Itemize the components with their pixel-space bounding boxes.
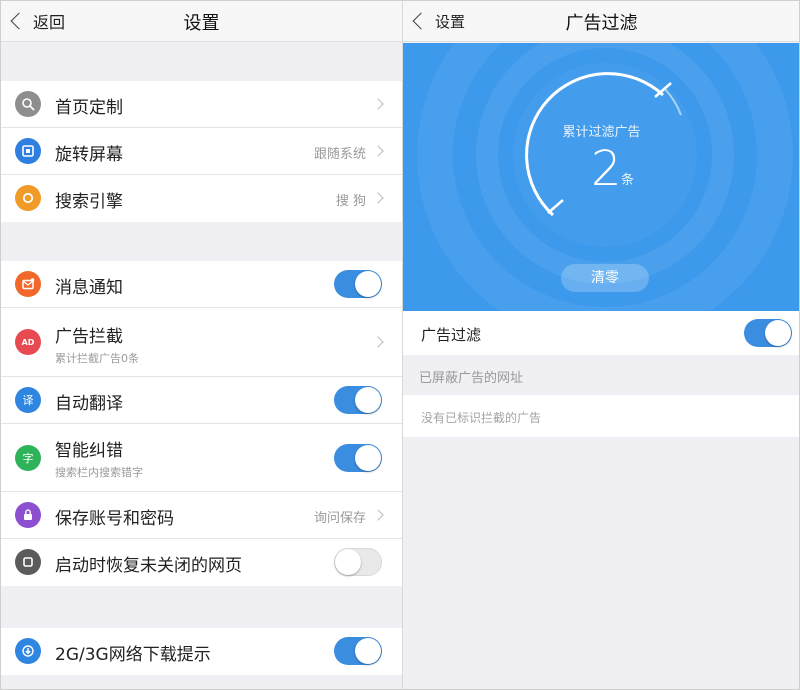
- settings-item-label: 消息通知: [55, 278, 123, 298]
- stat-label: 累计过滤广告: [562, 125, 641, 140]
- smart-correct-toggle[interactable]: [334, 444, 382, 472]
- chevron-left-icon: [10, 12, 28, 30]
- settings-item-value: 跟随系统: [313, 147, 366, 162]
- settings-item-download-hint[interactable]: 2G/3G网络下载提示: [1, 628, 402, 675]
- chevron-left-icon: [412, 12, 430, 30]
- settings-item-smart-correct[interactable]: 字 智能纠错 搜索栏内搜索错字: [1, 424, 402, 492]
- settings-item-label: 智能纠错: [55, 441, 123, 461]
- ad-filter-toggle-row[interactable]: 广告过滤: [403, 311, 799, 355]
- chevron-right-icon: [372, 98, 384, 110]
- settings-item-label: 旋转屏幕: [55, 145, 123, 165]
- toggle-knob: [355, 271, 381, 297]
- restore-pages-icon: [15, 549, 41, 575]
- settings-group-1: 首页定制 旋转屏幕 跟随系统 搜索引擎 搜 狗: [1, 81, 402, 222]
- settings-item-homepage-custom[interactable]: 首页定制: [1, 81, 402, 128]
- settings-group-3: 2G/3G网络下载提示: [1, 628, 402, 675]
- settings-item-auto-translate[interactable]: 译 自动翻译: [1, 377, 402, 424]
- stat-value: 2: [591, 141, 622, 197]
- back-label: 返回: [33, 13, 66, 32]
- download-hint-toggle[interactable]: [334, 637, 382, 665]
- settings-item-save-password[interactable]: 保存账号和密码 询问保存: [1, 492, 402, 539]
- back-button[interactable]: 返回: [9, 9, 65, 33]
- clear-button[interactable]: 清零: [561, 264, 649, 292]
- settings-item-subtitle: 搜索栏内搜索错字: [55, 466, 143, 479]
- translate-icon: 译: [15, 387, 41, 413]
- chevron-right-icon: [372, 192, 384, 204]
- chevron-right-icon: [372, 509, 384, 521]
- chevron-right-icon: [372, 336, 384, 348]
- settings-panel: 返回 设置 首页定制 旋转屏幕 跟随系统 搜索引擎 搜 狗 消息通知 AD 广告…: [1, 1, 402, 689]
- settings-item-label: 启动时恢复未关闭的网页: [55, 556, 242, 576]
- settings-item-value: 询问保存: [313, 511, 366, 526]
- ad-filter-panel: 设置 广告过滤 累计过滤广告 2 条 清零 广告过滤 已屏蔽广告的网址 没有已标…: [402, 1, 799, 689]
- settings-item-search-engine[interactable]: 搜索引擎 搜 狗: [1, 175, 402, 222]
- settings-group-2: 消息通知 AD 广告拦截 累计拦截广告0条 译 自动翻译 字 智能纠错 搜索栏内…: [1, 261, 402, 586]
- search-settings-icon: [15, 91, 41, 117]
- settings-item-label: 保存账号和密码: [55, 509, 174, 529]
- restore-pages-toggle[interactable]: [334, 548, 382, 576]
- message-notification-toggle[interactable]: [334, 270, 382, 298]
- toggle-knob: [335, 549, 361, 575]
- blocked-urls-list: 没有已标识拦截的广告: [403, 395, 799, 437]
- settings-item-label: 首页定制: [55, 98, 123, 118]
- ad-filter-label: 广告过滤: [421, 326, 482, 344]
- auto-translate-toggle[interactable]: [334, 386, 382, 414]
- toggle-knob: [355, 445, 381, 471]
- download-hint-icon: [15, 638, 41, 664]
- settings-item-rotate-screen[interactable]: 旋转屏幕 跟随系统: [1, 128, 402, 175]
- settings-item-ad-block[interactable]: AD 广告拦截 累计拦截广告0条: [1, 308, 402, 377]
- ad-block-icon: AD: [15, 329, 41, 355]
- back-button[interactable]: 设置: [411, 9, 465, 33]
- settings-item-label: 广告拦截: [55, 327, 123, 347]
- toggle-knob: [355, 387, 381, 413]
- settings-item-label: 2G/3G网络下载提示: [55, 645, 211, 665]
- toggle-knob: [355, 638, 381, 664]
- settings-item-message-notification[interactable]: 消息通知: [1, 261, 402, 308]
- settings-item-label: 搜索引擎: [55, 192, 123, 212]
- empty-state-text: 没有已标识拦截的广告: [421, 411, 542, 425]
- settings-item-subtitle: 累计拦截广告0条: [55, 352, 139, 365]
- back-label: 设置: [435, 12, 466, 31]
- ad-filter-stats-card: 累计过滤广告 2 条 清零: [403, 43, 799, 311]
- settings-navbar: 返回 设置: [1, 1, 402, 42]
- settings-item-value: 搜 狗: [335, 194, 366, 209]
- settings-item-restore-pages[interactable]: 启动时恢复未关闭的网页: [1, 539, 402, 586]
- smart-correct-icon: 字: [15, 445, 41, 471]
- stat-unit: 条: [621, 173, 635, 188]
- rotate-screen-icon: [15, 138, 41, 164]
- settings-item-label: 自动翻译: [55, 394, 123, 414]
- lock-icon: [15, 502, 41, 528]
- ad-filter-navbar: 设置 广告过滤: [403, 1, 799, 42]
- search-engine-icon: [15, 185, 41, 211]
- toggle-knob: [765, 320, 791, 346]
- blocked-urls-header: 已屏蔽广告的网址: [403, 355, 799, 395]
- ad-filter-toggle[interactable]: [744, 319, 792, 347]
- chevron-right-icon: [372, 145, 384, 157]
- section-header: 已屏蔽广告的网址: [419, 371, 524, 386]
- message-notification-icon: [15, 271, 41, 297]
